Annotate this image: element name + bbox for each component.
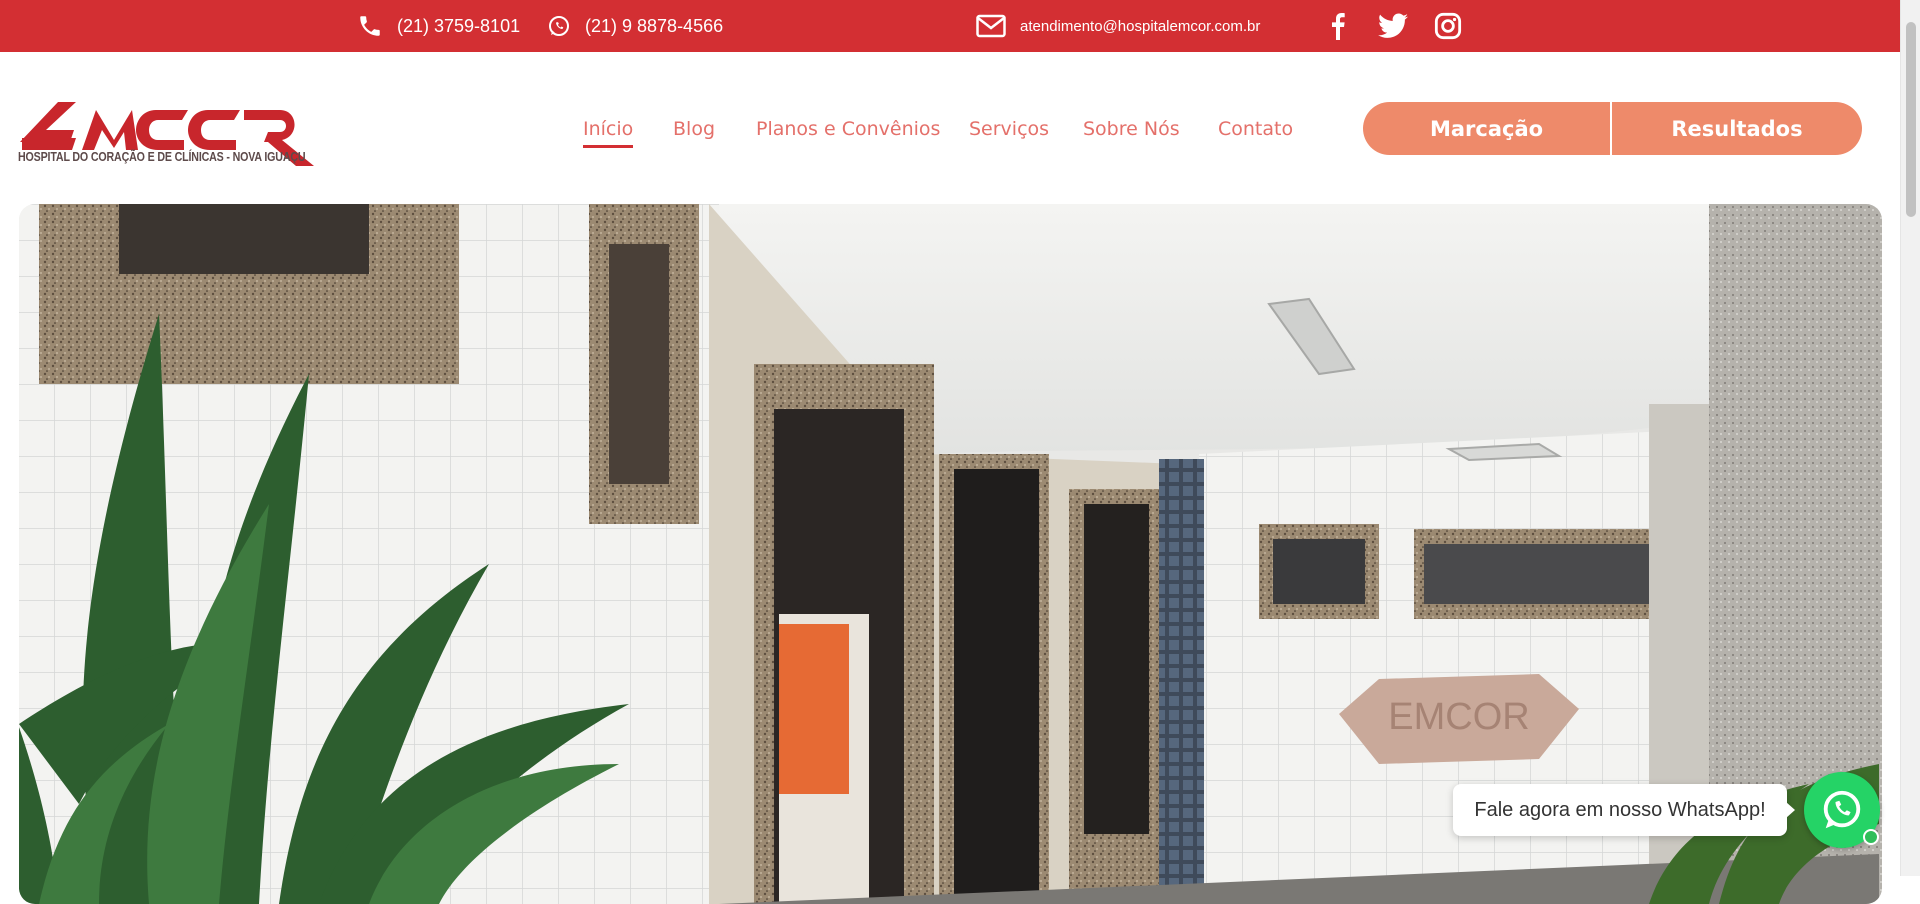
schedule-button[interactable]: Marcação [1363, 102, 1610, 155]
nav-item-planos[interactable]: Planos e Convênios [756, 118, 940, 140]
email-contact[interactable]: atendimento@hospitalemcor.com.br [976, 0, 1260, 52]
envelope-icon [976, 14, 1006, 38]
twitter-icon[interactable] [1378, 13, 1408, 39]
nav-item-blog[interactable]: Blog [673, 118, 715, 140]
nav-item-contato[interactable]: Contato [1218, 118, 1293, 140]
phone-icon [360, 16, 380, 36]
nav-item-servicos[interactable]: Serviços [969, 118, 1049, 140]
phone-contact[interactable]: (21) 3759-8101 [357, 0, 520, 52]
whatsapp-contact[interactable]: (21) 9 8878-4566 [547, 0, 723, 52]
whatsapp-number: (21) 9 8878-4566 [585, 15, 724, 36]
online-status-dot [1863, 829, 1879, 845]
whatsapp-icon [549, 16, 569, 36]
nav-item-sobre[interactable]: Sobre Nós [1083, 118, 1180, 140]
social-links [1326, 0, 1462, 52]
results-button[interactable]: Resultados [1612, 102, 1862, 155]
sign-text: EMCOR [1388, 696, 1529, 738]
scrollbar-thumb[interactable] [1906, 22, 1916, 217]
top-contact-bar: (21) 3759-8101 (21) 9 8878-4566 atendime… [0, 0, 1920, 52]
nav-item-inicio[interactable]: Início [583, 118, 634, 148]
logo-subtitle: HOSPITAL DO CORAÇÃO E DE CLÍNICAS - NOVA… [18, 149, 306, 164]
whatsapp-chat-prompt[interactable]: Fale agora em nosso WhatsApp! [1453, 784, 1795, 836]
phone-number: (21) 3759-8101 [397, 15, 521, 36]
whatsapp-icon [1823, 790, 1861, 829]
facebook-icon[interactable] [1326, 12, 1350, 40]
page-scrollbar[interactable] [1900, 0, 1920, 876]
instagram-icon[interactable] [1434, 12, 1462, 40]
email-address: atendimento@hospitalemcor.com.br [1020, 17, 1261, 35]
